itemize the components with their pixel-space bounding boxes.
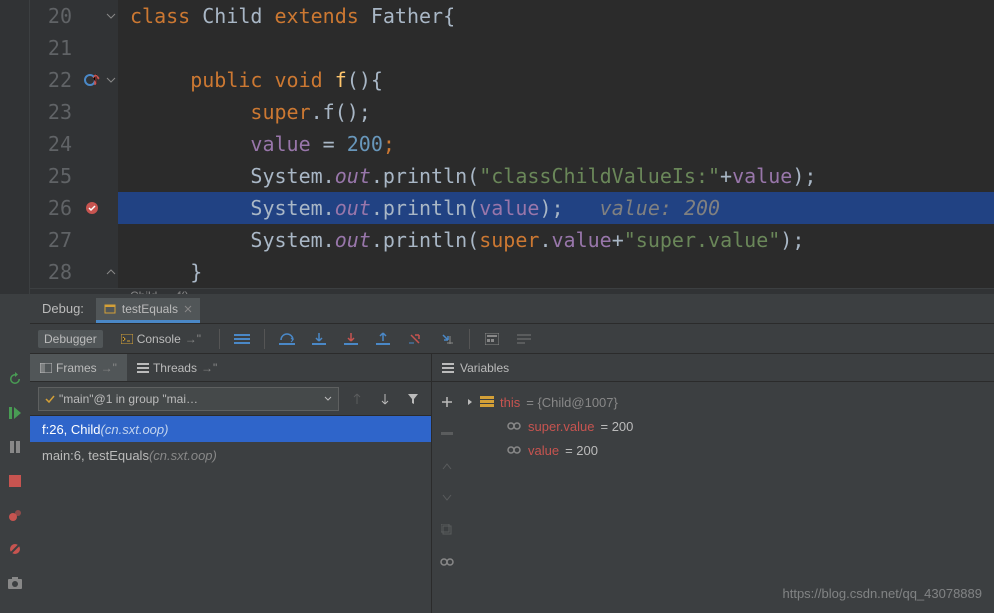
check-icon <box>45 394 55 404</box>
code-editor[interactable]: 20 class Child extends Father{ 21 22 pub… <box>30 0 994 294</box>
stack-frame[interactable]: f:26, Child (cn.sxt.oop) <box>30 416 431 442</box>
new-watch-button[interactable] <box>437 392 457 412</box>
rerun-button[interactable] <box>6 370 24 388</box>
close-icon[interactable] <box>184 305 192 313</box>
line-number: 24 <box>30 128 80 160</box>
code-line[interactable]: 24 value = 200; <box>30 128 994 160</box>
watermark: https://blog.csdn.net/qq_43078889 <box>783 586 983 601</box>
threads-icon <box>137 363 149 373</box>
threads-tab[interactable]: Threads→" <box>127 354 227 381</box>
prev-frame-button[interactable] <box>347 389 367 409</box>
code-line[interactable]: 27 System.out.println(super.value+"super… <box>30 224 994 256</box>
debug-label: Debug: <box>30 301 96 316</box>
object-icon <box>480 396 494 408</box>
view-breakpoints-button[interactable] <box>6 506 24 524</box>
code-line-current[interactable]: 26 System.out.println(value); value: 200 <box>30 192 994 224</box>
code-line[interactable]: 20 class Child extends Father{ <box>30 0 994 32</box>
step-into-button[interactable] <box>309 329 329 349</box>
console-tab[interactable]: Console→" <box>115 330 207 348</box>
next-frame-button[interactable] <box>375 389 395 409</box>
thread-selector[interactable]: "main"@1 in group "mai… <box>38 387 339 411</box>
run-to-cursor-button[interactable] <box>437 329 457 349</box>
frames-icon <box>40 363 52 373</box>
field-icon <box>506 445 522 455</box>
code-line[interactable]: 28 } <box>30 256 994 288</box>
code-line[interactable]: 23 super.f(); <box>30 96 994 128</box>
code-line[interactable]: 22 public void f(){ <box>30 64 994 96</box>
fold-icon[interactable] <box>104 256 118 288</box>
line-number: 22 <box>30 64 80 96</box>
frame-marker-icon <box>80 64 104 96</box>
watch-down-button[interactable] <box>437 488 457 508</box>
show-execution-point-button[interactable] <box>232 329 252 349</box>
step-over-button[interactable] <box>277 329 297 349</box>
line-number: 25 <box>30 160 80 192</box>
line-number: 21 <box>30 32 80 64</box>
trace-current-stream-chain-button[interactable] <box>514 329 534 349</box>
code-line[interactable]: 25 System.out.println("classChildValueIs… <box>30 160 994 192</box>
remove-watch-button[interactable] <box>437 424 457 444</box>
debug-config-tab[interactable]: testEquals <box>96 298 200 320</box>
fold-icon[interactable] <box>104 64 118 96</box>
application-icon <box>104 303 116 315</box>
camera-button[interactable] <box>6 574 24 592</box>
line-number: 20 <box>30 0 80 32</box>
mute-breakpoints-button[interactable] <box>6 540 24 558</box>
pause-button[interactable] <box>6 438 24 456</box>
show-watches-button[interactable] <box>437 552 457 572</box>
variable-row[interactable]: value = 200 <box>462 438 994 462</box>
console-icon <box>121 334 133 344</box>
frames-tab[interactable]: Frames→" <box>30 354 127 381</box>
debugger-tab[interactable]: Debugger <box>38 330 103 348</box>
filter-button[interactable] <box>403 389 423 409</box>
evaluate-expression-button[interactable] <box>482 329 502 349</box>
fold-icon[interactable] <box>104 0 118 32</box>
line-number: 28 <box>30 256 80 288</box>
watch-up-button[interactable] <box>437 456 457 476</box>
line-number: 23 <box>30 96 80 128</box>
expand-icon[interactable] <box>466 398 474 406</box>
debug-tab-label: testEquals <box>122 302 178 316</box>
force-step-into-button[interactable] <box>341 329 361 349</box>
variables-title: Variables <box>460 361 509 375</box>
variable-row[interactable]: this = {Child@1007} <box>462 390 994 414</box>
line-number: 27 <box>30 224 80 256</box>
stack-frame[interactable]: main:6, testEquals (cn.sxt.oop) <box>30 442 431 468</box>
debug-panel: Debug: testEquals Debugger Console→" <box>30 294 994 613</box>
breakpoint-icon[interactable] <box>80 192 104 224</box>
field-icon <box>506 421 522 431</box>
code-line[interactable]: 21 <box>30 32 994 64</box>
chevron-down-icon <box>324 396 332 402</box>
resume-button[interactable] <box>6 404 24 422</box>
stop-button[interactable] <box>6 472 24 490</box>
line-number: 26 <box>30 192 80 224</box>
variables-icon <box>442 363 454 373</box>
drop-frame-button[interactable] <box>405 329 425 349</box>
copy-watch-button[interactable] <box>437 520 457 540</box>
step-out-button[interactable] <box>373 329 393 349</box>
variable-row[interactable]: super.value = 200 <box>462 414 994 438</box>
